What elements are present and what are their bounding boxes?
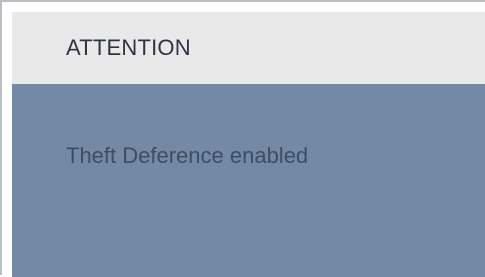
dialog-message: Theft Deference enabled	[66, 143, 309, 168]
dialog-title: ATTENTION	[66, 35, 191, 60]
dialog-body: Theft Deference enabled	[12, 84, 485, 277]
dialog-header: ATTENTION	[12, 12, 485, 84]
attention-dialog: ATTENTION Theft Deference enabled	[0, 0, 485, 277]
